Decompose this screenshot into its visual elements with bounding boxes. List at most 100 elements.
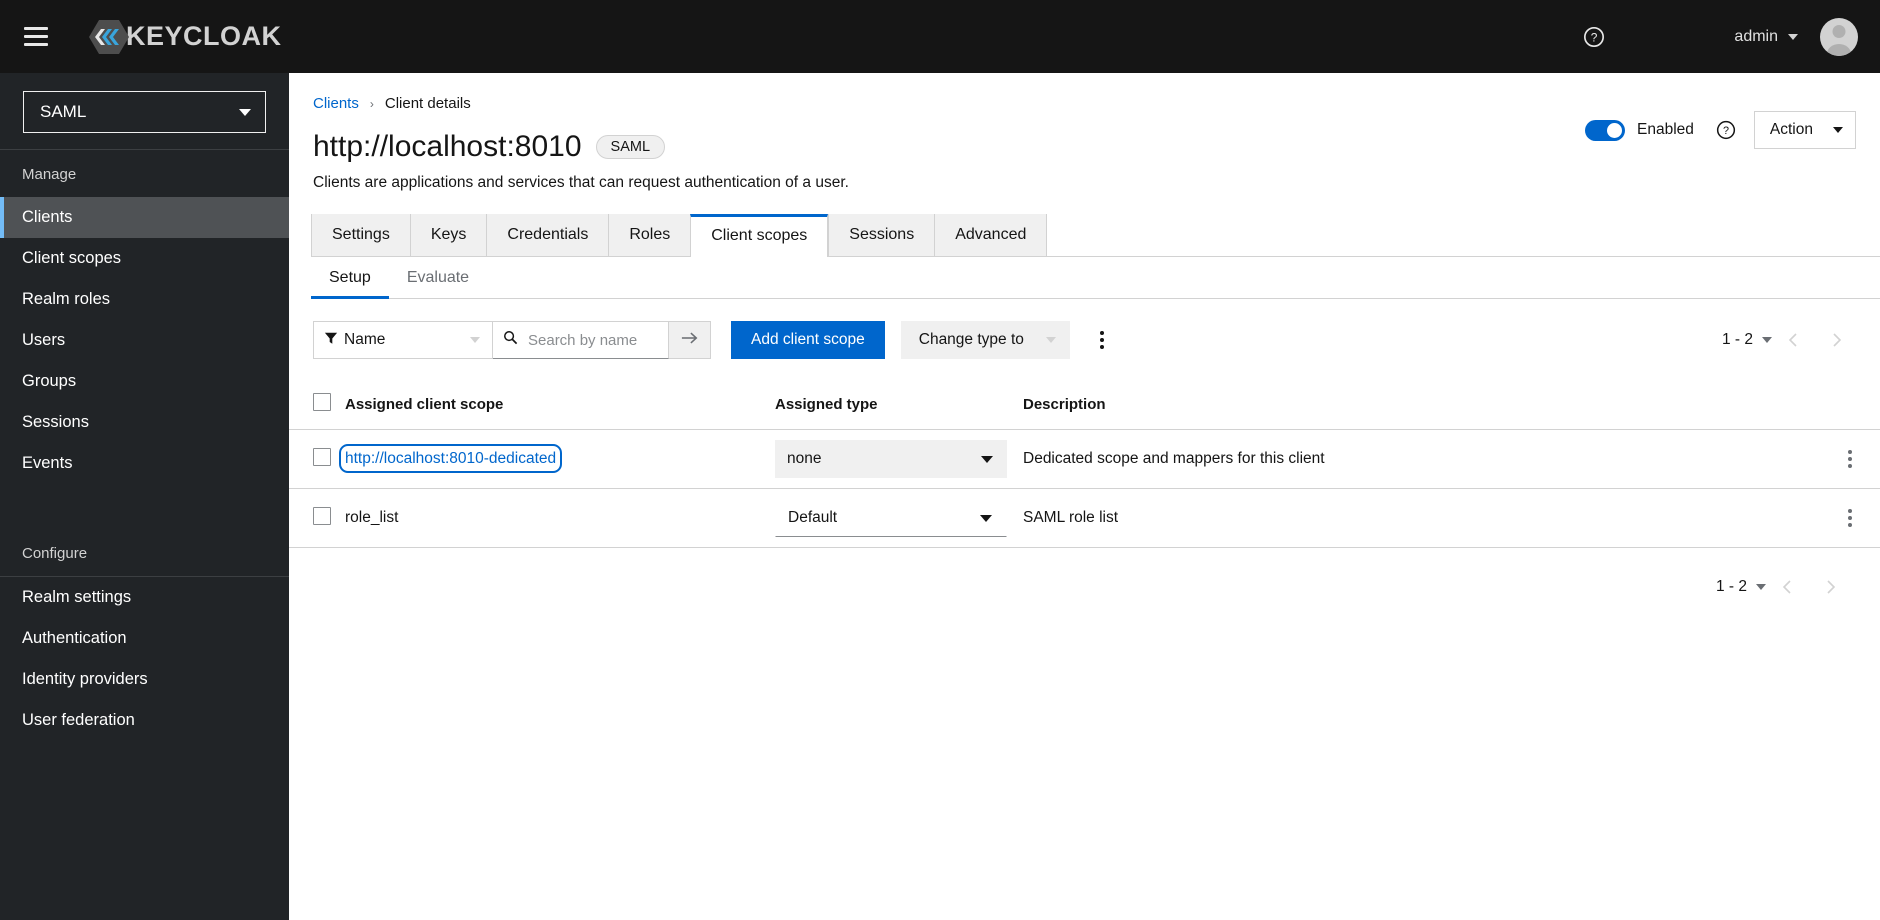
page-description: Clients are applications and services th…	[313, 174, 849, 191]
main-content: Clients › Client details http://localhos…	[289, 73, 1880, 920]
assigned-type-dropdown[interactable]: none	[775, 440, 1007, 478]
masthead-actions: ? admin	[1574, 17, 1880, 57]
sidebar-item-label: Realm settings	[22, 588, 132, 606]
row-scope-cell: role_list	[345, 488, 775, 548]
page-title: http://localhost:8010	[313, 130, 582, 163]
realm-selector[interactable]: SAML	[23, 91, 266, 133]
chevron-down-icon	[1788, 33, 1798, 40]
header-actions: Enabled ? Action	[1585, 111, 1856, 149]
sidebar-item-user-federation[interactable]: User federation	[0, 700, 289, 741]
hamburger-bar	[24, 43, 48, 46]
assigned-type-dropdown[interactable]: Default	[775, 499, 1007, 537]
help-circle-icon[interactable]: ?	[1716, 120, 1736, 140]
sidebar-item-client-scopes[interactable]: Client scopes	[0, 238, 289, 279]
row-checkbox[interactable]	[313, 447, 331, 466]
column-header-assigned-type: Assigned type	[775, 381, 1023, 430]
chevron-down-icon	[239, 108, 251, 116]
client-scope-link[interactable]: http://localhost:8010-dedicated	[338, 444, 563, 473]
sidebar-item-users[interactable]: Users	[0, 320, 289, 361]
sidebar-item-label: Identity providers	[22, 670, 148, 688]
sidebar-item-realm-roles[interactable]: Realm roles	[0, 279, 289, 320]
sidebar-item-authentication[interactable]: Authentication	[0, 618, 289, 659]
user-menu[interactable]: admin	[1734, 28, 1798, 46]
tab-roles[interactable]: Roles	[608, 214, 691, 256]
pagination-prev-button[interactable]	[1768, 568, 1808, 606]
svg-text:?: ?	[1723, 125, 1729, 137]
pagination-bottom: 1 - 2	[289, 548, 1880, 606]
pagination-next-button[interactable]	[1810, 568, 1850, 606]
sidebar-item-label: Authentication	[22, 629, 127, 647]
add-client-scope-button[interactable]: Add client scope	[731, 321, 885, 359]
toolbar: Name Search by name Add client scope Cha…	[289, 299, 1880, 359]
hamburger-icon[interactable]	[14, 15, 58, 59]
pagination-prev-button[interactable]	[1774, 321, 1814, 359]
sidebar-item-clients[interactable]: Clients	[0, 197, 289, 238]
tab-label: Settings	[332, 226, 390, 243]
sidebar-item-realm-settings[interactable]: Realm settings	[0, 577, 289, 618]
search-box[interactable]	[493, 321, 669, 359]
tab-label: Roles	[629, 226, 671, 243]
tab-label: Client scopes	[711, 227, 808, 244]
tab-label: Advanced	[955, 226, 1027, 243]
toolbar-kebab-menu-icon[interactable]	[1084, 321, 1120, 359]
action-dropdown-button[interactable]: Action	[1753, 111, 1856, 149]
search-submit-button[interactable]	[669, 321, 711, 359]
tab-advanced[interactable]: Advanced	[934, 214, 1048, 256]
sidebar-item-label: Realm roles	[22, 290, 111, 308]
row-select-cell	[289, 488, 345, 548]
filter-dropdown[interactable]: Name	[313, 321, 493, 359]
tab-client-scopes[interactable]: Client scopes	[690, 214, 829, 257]
row-kebab-menu-icon[interactable]	[1820, 499, 1880, 537]
sidebar-item-label: Users	[22, 331, 66, 349]
table-head: Assigned client scope Assigned type Desc…	[289, 381, 1880, 430]
chevron-down-icon	[470, 337, 480, 343]
sidebar-item-label: Client scopes	[22, 249, 122, 267]
sidebar-item-groups[interactable]: Groups	[0, 361, 289, 402]
select-all-checkbox[interactable]	[313, 393, 331, 411]
sidebar-group-configure-title: Configure	[22, 545, 88, 562]
sidebar-item-sessions[interactable]: Sessions	[0, 402, 289, 443]
filter-dropdown-label: Name	[344, 331, 386, 348]
row-checkbox[interactable]	[313, 506, 331, 525]
sidebar-item-events[interactable]: Events	[0, 443, 289, 484]
pagination-range-dropdown[interactable]: 1 - 2	[1716, 578, 1766, 596]
enabled-toggle[interactable]	[1585, 119, 1626, 141]
pagination-range-dropdown[interactable]: 1 - 2	[1722, 331, 1772, 349]
realm-selector-wrapper: SAML	[0, 73, 289, 149]
kebab-dot	[1848, 523, 1852, 527]
client-scope-name: role_list	[345, 509, 399, 526]
row-kebab-menu-icon[interactable]	[1820, 440, 1880, 478]
tab-settings[interactable]: Settings	[311, 214, 410, 256]
pagination-next-button[interactable]	[1816, 321, 1856, 359]
chevron-down-icon	[1833, 127, 1843, 133]
avatar[interactable]	[1820, 17, 1858, 56]
change-type-dropdown[interactable]: Change type to	[900, 321, 1070, 359]
search-input[interactable]	[526, 330, 656, 350]
sidebar-item-label: Clients	[22, 208, 73, 226]
row-actions-cell	[1820, 488, 1880, 548]
keycloak-hexagon-icon	[88, 16, 130, 58]
row-type-cell: none	[775, 429, 1023, 489]
row-select-cell	[289, 429, 345, 489]
help-circle-icon[interactable]: ?	[1574, 17, 1614, 57]
brand-logo[interactable]: KEYCLOAK	[88, 16, 282, 58]
subtab-evaluate[interactable]: Evaluate	[389, 257, 487, 298]
subtab-setup[interactable]: Setup	[311, 257, 389, 299]
row-description: Dedicated scope and mappers for this cli…	[1023, 429, 1820, 489]
sidebar: SAML Manage Clients Client scopes Realm …	[0, 73, 289, 920]
tab-bar: Settings Keys Credentials Roles Client s…	[311, 214, 1880, 257]
tab-credentials[interactable]: Credentials	[486, 214, 609, 256]
chevron-down-icon	[1045, 337, 1056, 343]
table-row: role_list Default SAML role list	[289, 488, 1880, 548]
sidebar-item-identity-providers[interactable]: Identity providers	[0, 659, 289, 700]
tab-label: Sessions	[849, 226, 915, 243]
kebab-dot	[1848, 457, 1852, 461]
hamburger-bar	[24, 27, 48, 30]
tab-keys[interactable]: Keys	[409, 214, 487, 256]
tab-sessions[interactable]: Sessions	[828, 214, 935, 256]
assigned-type-value: none	[787, 450, 822, 467]
column-header-assigned-client-scope: Assigned client scope	[345, 381, 775, 430]
hamburger-bar	[24, 35, 48, 38]
column-header-actions	[1820, 381, 1880, 430]
breadcrumb-link-clients[interactable]: Clients	[313, 95, 359, 112]
